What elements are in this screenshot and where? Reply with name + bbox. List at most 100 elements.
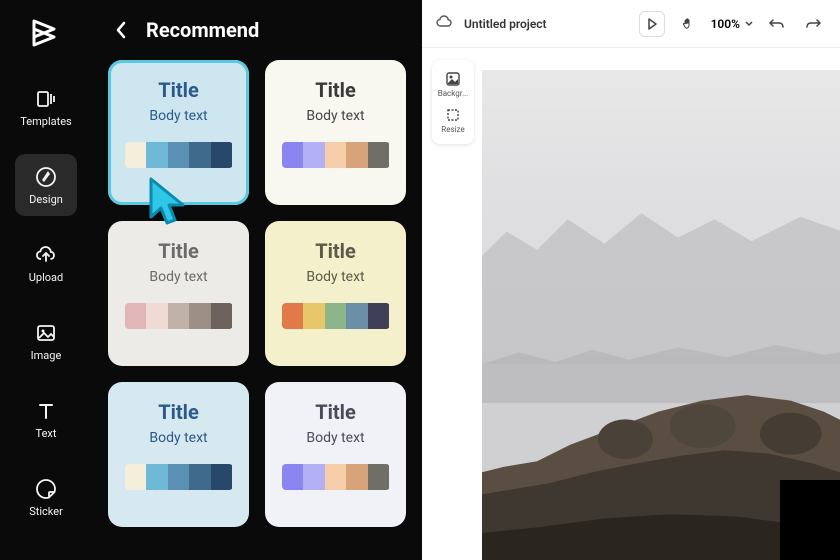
card-body-text: Body text: [306, 108, 364, 124]
topbar-right: 100%: [639, 11, 826, 37]
swatch: [282, 303, 304, 329]
card-title: Title: [315, 400, 356, 424]
swatch: [168, 142, 190, 168]
card-body-text: Body text: [149, 269, 207, 285]
canvas-area: Untitled project 100%: [422, 0, 840, 560]
text-icon: [34, 399, 58, 423]
swatch: [125, 303, 147, 329]
cloud-sync-icon: [436, 14, 454, 33]
play-button[interactable]: [639, 11, 665, 37]
swatch: [146, 142, 168, 168]
topbar: Untitled project 100%: [422, 0, 840, 48]
swatch-row: [282, 303, 390, 329]
rail-item-design[interactable]: Design: [15, 154, 77, 216]
design-icon: [34, 165, 58, 189]
panel-header: Recommend: [92, 0, 422, 60]
swatch: [325, 142, 347, 168]
undo-button[interactable]: [764, 11, 790, 37]
capcut-logo-icon: [26, 17, 66, 49]
swatch: [325, 303, 347, 329]
theme-card-2[interactable]: Title Body text: [108, 221, 249, 366]
swatch: [303, 464, 325, 490]
rail-label: Sticker: [29, 505, 63, 518]
swatch: [303, 142, 325, 168]
play-icon: [646, 18, 658, 30]
rail-item-image[interactable]: Image: [15, 310, 77, 372]
card-title: Title: [158, 239, 199, 263]
swatch-row: [282, 464, 390, 490]
swatch: [368, 303, 390, 329]
background-tool[interactable]: Backgr...: [435, 66, 471, 102]
upload-icon: [34, 243, 58, 267]
swatch: [282, 464, 304, 490]
redo-button[interactable]: [800, 11, 826, 37]
swatch: [125, 142, 147, 168]
card-title: Title: [158, 78, 199, 102]
left-rail: Templates Design Upload Image Text Sticker: [0, 0, 92, 560]
swatch: [346, 142, 368, 168]
sticker-icon: [34, 477, 58, 501]
swatch: [168, 303, 190, 329]
chevron-down-icon: [744, 20, 754, 28]
rail-label: Templates: [20, 115, 71, 128]
chevron-left-icon: [114, 20, 128, 40]
theme-card-4[interactable]: Title Body text: [108, 382, 249, 527]
design-panel: Recommend TitleBody textTitleBody textTi…: [92, 0, 422, 560]
swatch: [189, 142, 211, 168]
theme-card-3[interactable]: Title Body text: [265, 221, 406, 366]
swatch: [211, 142, 233, 168]
swatch-row: [125, 303, 233, 329]
rail-item-text[interactable]: Text: [15, 388, 77, 450]
theme-card-0[interactable]: Title Body text: [108, 60, 249, 205]
zoom-value: 100%: [711, 17, 740, 31]
black-corner: [780, 480, 840, 560]
card-body-text: Body text: [306, 269, 364, 285]
rail-item-templates[interactable]: Templates: [15, 76, 77, 138]
swatch: [211, 464, 233, 490]
swatch: [303, 303, 325, 329]
panel-title: Recommend: [146, 18, 259, 42]
swatch-row: [125, 142, 233, 168]
swatch: [211, 303, 233, 329]
undo-icon: [769, 17, 785, 31]
swatch: [189, 464, 211, 490]
resize-tool[interactable]: Resize: [435, 102, 471, 138]
topbar-left: Untitled project: [436, 14, 547, 33]
swatch: [282, 142, 304, 168]
swatch: [125, 464, 147, 490]
theme-card-5[interactable]: TitleBody text: [265, 382, 406, 527]
swatch: [368, 142, 390, 168]
theme-card-grid: Title Body text Title Body text Title Body te…: [92, 60, 422, 527]
canvas-side-tools: Backgr... Resize: [432, 60, 474, 144]
background-label: Backgr...: [438, 89, 469, 98]
swatch: [325, 464, 347, 490]
swatch: [346, 464, 368, 490]
hand-tool-button[interactable]: [675, 11, 701, 37]
card-body-text: Body text: [149, 430, 207, 446]
rail-item-sticker[interactable]: Sticker: [15, 466, 77, 528]
card-title: Title: [315, 78, 356, 102]
rail-label: Upload: [29, 271, 63, 284]
rail-item-upload[interactable]: Upload: [15, 232, 77, 294]
background-icon: [444, 70, 462, 88]
card-title: Title: [315, 239, 356, 263]
swatch: [146, 303, 168, 329]
hand-icon: [681, 17, 695, 31]
card-title: Title: [158, 400, 199, 424]
back-button[interactable]: [114, 20, 128, 40]
swatch: [368, 464, 390, 490]
project-title[interactable]: Untitled project: [464, 17, 547, 31]
theme-card-1[interactable]: Title Body text: [265, 60, 406, 205]
templates-icon: [34, 87, 58, 111]
card-body-text: Body text: [149, 108, 207, 124]
rail-label: Text: [36, 427, 57, 440]
image-icon: [34, 321, 58, 345]
swatch: [346, 303, 368, 329]
rail-label: Image: [31, 349, 62, 362]
swatch-row: [282, 142, 390, 168]
zoom-control[interactable]: 100%: [711, 17, 754, 31]
resize-label: Resize: [441, 125, 464, 134]
app-logo: [24, 14, 68, 52]
swatch: [168, 464, 190, 490]
swatch: [146, 464, 168, 490]
